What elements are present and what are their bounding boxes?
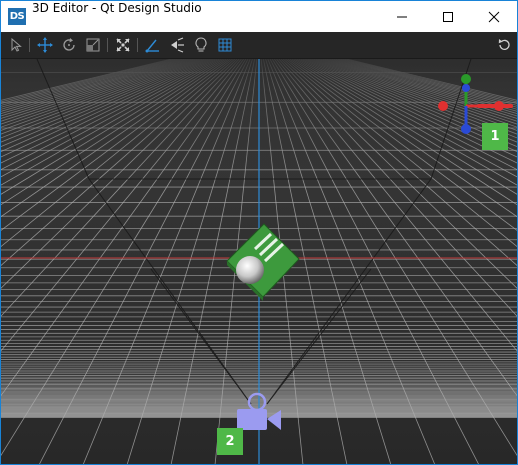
close-button[interactable] — [471, 1, 517, 32]
app-icon: DS — [8, 8, 26, 25]
light-toggle-button[interactable] — [168, 36, 186, 54]
lightbulb-icon — [195, 37, 207, 52]
fit-selected-icon — [116, 38, 130, 52]
grid-toggle-button[interactable] — [216, 36, 234, 54]
minimize-button[interactable] — [379, 1, 425, 32]
gizmo-z-handle[interactable] — [461, 124, 471, 134]
gizmo-x-bar — [477, 104, 513, 108]
gizmo-negz-handle[interactable] — [462, 84, 470, 92]
grid-icon — [218, 38, 232, 52]
scale-icon — [86, 38, 100, 52]
move-tool-button[interactable] — [36, 36, 54, 54]
reset-view-icon — [498, 39, 510, 50]
perspective-toggle-button[interactable] — [144, 36, 162, 54]
fit-selected-button[interactable] — [114, 36, 132, 54]
select-arrow-icon — [11, 37, 22, 52]
callout-badge-1: 1 — [482, 123, 508, 150]
callout-badge-2: 2 — [217, 428, 243, 455]
close-icon — [488, 11, 500, 23]
scale-tool-button[interactable] — [84, 36, 102, 54]
toolbar-separator — [137, 38, 138, 52]
gizmo-y-handle[interactable] — [461, 74, 471, 84]
toolbar-separator — [107, 38, 108, 52]
sphere-model[interactable] — [236, 256, 264, 284]
maximize-button[interactable] — [425, 1, 471, 32]
toolbar-separator — [29, 38, 30, 52]
window-title: 3D Editor - Qt Design Studio — [32, 1, 202, 15]
maximize-icon — [443, 12, 453, 22]
lightbulb-button[interactable] — [192, 36, 210, 54]
toolbar — [1, 32, 517, 59]
reset-view-button[interactable] — [495, 36, 513, 54]
camera-perspective-icon — [145, 39, 159, 53]
light-toggle-icon — [171, 37, 184, 53]
minimize-icon — [397, 16, 407, 18]
scene-canvas[interactable] — [1, 59, 517, 465]
title-bar[interactable]: DS 3D Editor - Qt Design Studio — [1, 1, 517, 32]
rotate-tool-button[interactable] — [60, 36, 78, 54]
rotate-icon — [63, 38, 75, 51]
scene-viewport[interactable]: 1 2 — [1, 59, 517, 465]
editor-window: DS 3D Editor - Qt Design Studio 1 2 — [0, 0, 518, 465]
move-icon — [37, 37, 53, 53]
gizmo-negx-handle[interactable] — [438, 101, 448, 111]
select-tool-button[interactable] — [7, 36, 25, 54]
